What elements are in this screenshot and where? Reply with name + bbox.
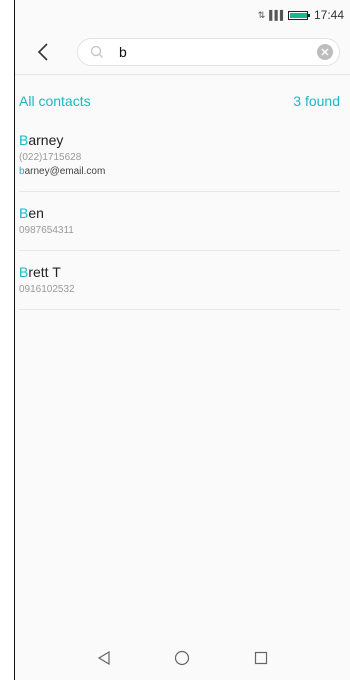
search-query: b xyxy=(119,44,127,60)
found-count: 3 found xyxy=(293,93,340,109)
all-contacts-label: All contacts xyxy=(19,93,91,109)
results-header: All contacts 3 found xyxy=(15,75,350,119)
nav-back-icon[interactable] xyxy=(94,648,114,668)
contact-phone: (022)1715628 xyxy=(19,152,82,163)
contact-phone: 0987654311 xyxy=(19,225,74,236)
name-rest: rett T xyxy=(28,264,61,280)
email-rest: arney@email.com xyxy=(24,166,106,177)
status-right: ⇅ ▐▐▐ 17:44 xyxy=(258,0,344,30)
name-rest: arney xyxy=(28,132,64,148)
search-bar: b xyxy=(15,30,350,74)
nav-home-icon[interactable] xyxy=(172,648,192,668)
battery-icon xyxy=(287,10,310,20)
name-match: B xyxy=(19,264,29,280)
list-item-contact[interactable]: Ben 0987654311 xyxy=(15,192,340,250)
search-input[interactable]: b xyxy=(77,38,340,66)
clear-icon[interactable] xyxy=(317,44,333,60)
list-divider xyxy=(19,309,340,310)
contact-list: Barney (022)1715628 barney@email.com Ben… xyxy=(15,119,350,310)
list-item-contact[interactable]: Barney (022)1715628 barney@email.com xyxy=(15,119,340,191)
chevron-left-icon[interactable] xyxy=(33,42,53,62)
navigation-bar xyxy=(15,636,350,680)
name-match: B xyxy=(19,205,29,221)
contact-name: Ben xyxy=(19,204,340,222)
name-rest: en xyxy=(28,205,44,221)
name-match: B xyxy=(19,132,29,148)
contact-phone: 0916102532 xyxy=(19,284,75,295)
contact-name: Brett T xyxy=(19,263,340,281)
signal-icon: ⇅ ▐▐▐ xyxy=(257,9,283,20)
status-bar: ⇅ ▐▐▐ 17:44 xyxy=(15,0,350,30)
app-frame: ⇅ ▐▐▐ 17:44 b All contacts 3 found Barne… xyxy=(14,0,350,680)
clock: 17:44 xyxy=(313,8,344,22)
list-item-contact[interactable]: Brett T 0916102532 xyxy=(15,251,340,309)
nav-recent-icon[interactable] xyxy=(251,648,271,668)
search-icon xyxy=(90,45,104,64)
contact-name: Barney xyxy=(19,131,340,149)
contact-email: barney@email.com xyxy=(19,165,340,179)
